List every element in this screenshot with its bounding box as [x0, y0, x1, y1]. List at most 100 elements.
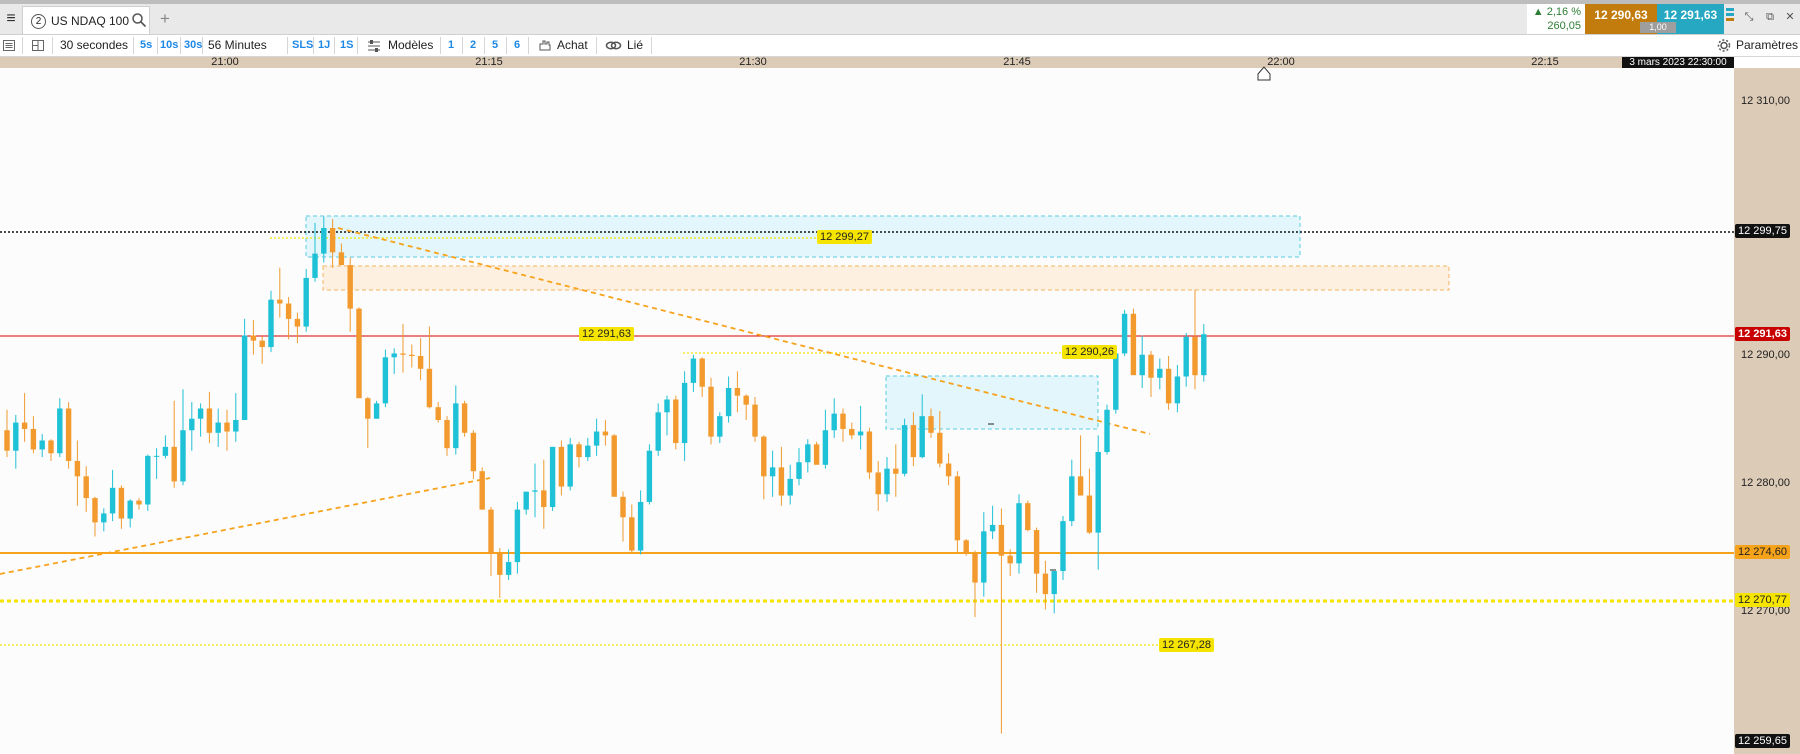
price-marker: 12 299,75 [1735, 224, 1790, 238]
candle-body [312, 253, 318, 278]
candle-body [74, 460, 81, 477]
candle-body [1060, 521, 1066, 572]
candle-body [435, 407, 441, 420]
candle-body [963, 540, 969, 554]
candle-body [778, 467, 785, 496]
candle-body [893, 468, 899, 474]
candle-body [541, 490, 547, 508]
candle-body [576, 444, 582, 458]
candle-body [1121, 313, 1128, 354]
candle-body [1104, 409, 1110, 452]
candle-body [1139, 354, 1145, 376]
candle-body [989, 524, 996, 532]
candle-body [734, 388, 741, 396]
price-chart[interactable] [0, 0, 1800, 754]
candle-body [224, 422, 230, 432]
zone-rectangle[interactable] [322, 265, 1450, 291]
candle-body [321, 228, 327, 254]
candle-body [1033, 530, 1040, 574]
candle-body [884, 468, 890, 495]
candle-body [153, 455, 160, 457]
candle-body [681, 382, 688, 444]
candle-body [954, 476, 961, 541]
candle-body [426, 368, 433, 408]
level-label: 12 267,28 [1159, 638, 1214, 652]
candle-body [215, 422, 221, 433]
candle-body [13, 422, 19, 451]
candle-body [1016, 503, 1022, 564]
candle-body [1183, 336, 1189, 377]
candle-body [461, 403, 468, 433]
candle-body [4, 430, 10, 451]
candle-body [180, 430, 186, 482]
candle-body [109, 487, 116, 514]
last-price-marker: 12 291,63 [1735, 327, 1790, 341]
candle-body [919, 416, 925, 458]
candle-body [294, 318, 301, 327]
candle-body [171, 446, 177, 482]
candle-body [1130, 313, 1137, 376]
candle-body [285, 303, 292, 319]
candle-body [611, 435, 617, 497]
candle-body [981, 531, 987, 583]
candle-body [365, 398, 371, 419]
candle-body [206, 408, 213, 433]
candle-body [1086, 495, 1093, 533]
candle-body [479, 471, 485, 510]
candle-body [57, 408, 63, 454]
candle-body [145, 455, 151, 505]
candle-body [1007, 555, 1013, 564]
candle-body [857, 431, 864, 436]
candle-body [338, 252, 345, 266]
candle-body [664, 399, 670, 413]
candle-body [48, 440, 54, 454]
zone-rectangle[interactable] [885, 375, 1099, 430]
price-marker: 12 259,65 [1735, 734, 1790, 748]
price-marker: 12 270,77 [1735, 593, 1790, 607]
candle-body [1069, 476, 1075, 522]
candle-body [910, 425, 917, 458]
candle-body [241, 335, 248, 420]
candle-body [629, 517, 635, 551]
candle-body [620, 496, 626, 518]
candle-body [1174, 376, 1181, 404]
candle-body [805, 444, 811, 463]
candle-body [937, 432, 943, 464]
candle-body [813, 444, 820, 465]
candle-body [725, 388, 732, 417]
candle-body [690, 358, 697, 383]
candle-body [822, 430, 829, 465]
candle-body [567, 444, 573, 487]
candle-body [303, 277, 309, 327]
candle-body [901, 425, 908, 474]
candle-body [1095, 452, 1101, 533]
candle-body [1051, 571, 1057, 595]
level-label: 12 299,27 [817, 230, 872, 244]
candle-body [585, 445, 591, 458]
candle-body [699, 358, 705, 387]
candle-body [1113, 353, 1119, 410]
candle-body [497, 553, 503, 575]
candle-body [391, 353, 397, 358]
candle-body [840, 413, 846, 429]
level-label: 12 290,26 [1062, 345, 1117, 359]
candle-body [21, 422, 28, 429]
candle-body [1192, 336, 1198, 376]
candle-body [233, 420, 239, 432]
candle-body [470, 432, 477, 472]
candle-body [655, 412, 661, 451]
candle-body [118, 487, 125, 519]
candle-body [523, 491, 529, 510]
candle-body [972, 553, 978, 583]
candle-body [268, 299, 274, 348]
candle-body [998, 524, 1005, 556]
candle-body [708, 386, 714, 437]
candle-body [769, 467, 776, 477]
candle-body [558, 446, 565, 487]
candle-body [417, 356, 424, 369]
candle-body [347, 265, 353, 309]
zone-rectangle[interactable] [305, 215, 1301, 258]
plot-area [0, 68, 1734, 754]
candle-body [250, 335, 257, 341]
candle-body [1042, 573, 1049, 595]
